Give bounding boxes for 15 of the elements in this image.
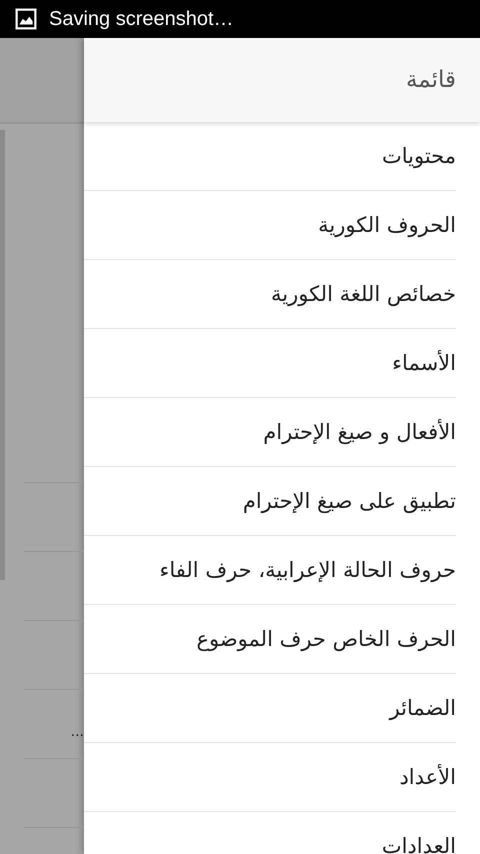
menu-item[interactable]: العدادات [84,812,456,854]
menu-item[interactable]: خصائص اللغة الكورية [84,260,456,329]
menu-item[interactable]: الأعداد [84,743,456,812]
menu-item[interactable]: الحروف الكورية [84,191,456,260]
menu-item[interactable]: الأفعال و صيغ الإحترام [84,398,456,467]
image-icon [15,8,37,30]
drawer-title: قائمة [406,67,456,93]
menu-item[interactable]: الضمائر [84,674,456,743]
menu-item[interactable]: تطبيق على صيغ الإحترام [84,467,456,536]
notification-text: Saving screenshot… [49,8,234,30]
menu-item[interactable]: محتويات [84,122,456,191]
truncated-text: ... [70,724,84,740]
menu-item[interactable]: الحرف الخاص حرف الموضوع [84,605,456,674]
menu-item[interactable]: الأسماء [84,329,456,398]
menu-item[interactable]: حروف الحالة الإعرابية، حرف الفاء [84,536,456,605]
